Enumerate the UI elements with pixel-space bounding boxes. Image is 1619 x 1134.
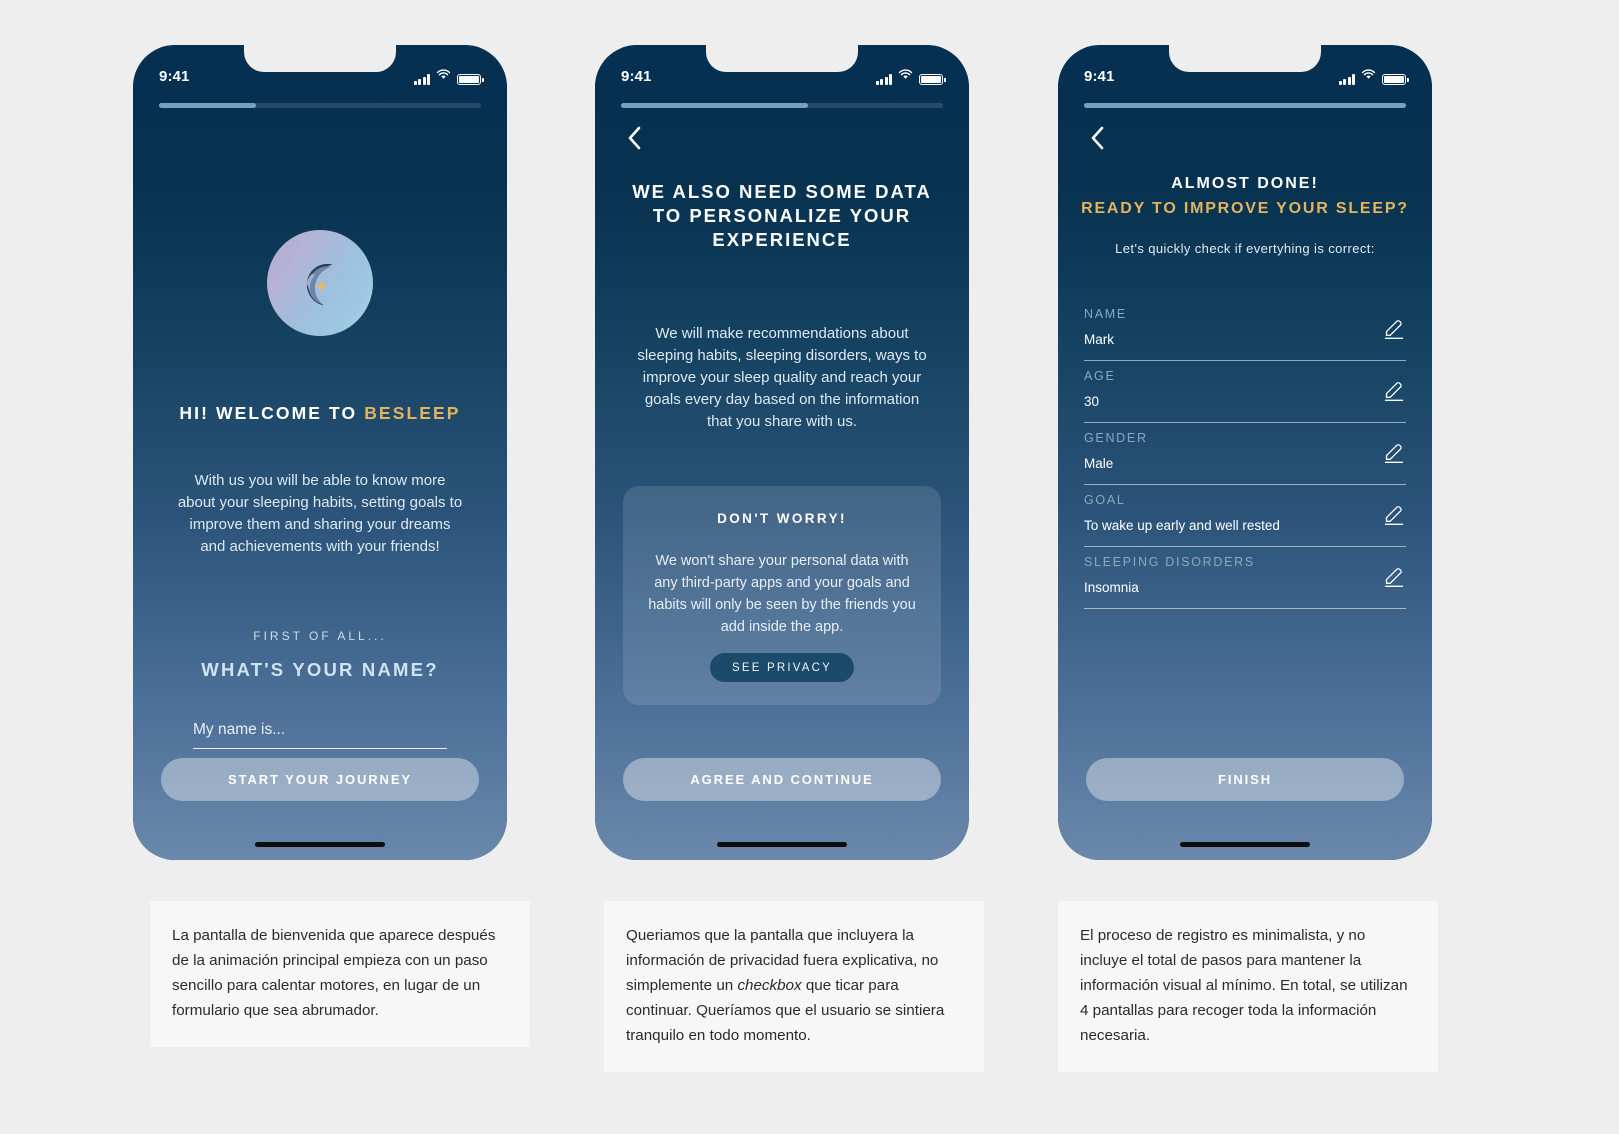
battery-icon bbox=[457, 74, 484, 85]
eyebrow-text: FIRST OF ALL... bbox=[253, 629, 387, 643]
field-row-age[interactable]: AGE 30 bbox=[1084, 361, 1406, 423]
field-label: AGE bbox=[1084, 369, 1116, 383]
pencil-icon[interactable] bbox=[1382, 502, 1406, 526]
moon-star-logo-icon bbox=[267, 230, 373, 336]
onboarding-progress-bar bbox=[1084, 103, 1406, 108]
field-label: GOAL bbox=[1084, 493, 1126, 507]
field-value: 30 bbox=[1084, 394, 1100, 409]
onboarding-progress-bar bbox=[621, 103, 943, 108]
welcome-body-text: With us you will be able to know more ab… bbox=[177, 472, 463, 555]
brand-name: BESLEEP bbox=[364, 403, 461, 423]
dont-worry-title: DON'T WORRY! bbox=[717, 511, 847, 526]
phone-mockup-welcome: 9:41 HI! WELCOME TO BESLEEP With us you … bbox=[133, 45, 507, 860]
pencil-icon[interactable] bbox=[1382, 378, 1406, 402]
status-clock: 9:41 bbox=[1084, 67, 1115, 85]
status-clock: 9:41 bbox=[621, 67, 652, 85]
dont-worry-card: DON'T WORRY! We won't share your persona… bbox=[623, 486, 941, 705]
screen-content-summary: ALMOST DONE! READY TO IMPROVE YOUR SLEEP… bbox=[1058, 45, 1432, 860]
screen-content-welcome: HI! WELCOME TO BESLEEP With us you will … bbox=[133, 45, 507, 860]
cellular-signal-icon bbox=[875, 74, 892, 85]
name-question-heading: WHAT'S YOUR NAME? bbox=[201, 659, 439, 680]
phone-mockup-privacy: 9:41 WE ALSO NEED SOME DATA TO PERSONALI… bbox=[595, 45, 969, 860]
status-icons bbox=[875, 67, 946, 85]
pencil-icon[interactable] bbox=[1382, 564, 1406, 588]
summary-field-list: NAME Mark AGE 30 GENDER Male GOAL To wak… bbox=[1084, 299, 1406, 609]
wifi-icon bbox=[436, 67, 451, 85]
screen-content-privacy: WE ALSO NEED SOME DATA TO PERSONALIZE YO… bbox=[595, 45, 969, 860]
status-icons bbox=[1338, 67, 1409, 85]
caption-text: La pantalla de bienvenida que aparece de… bbox=[172, 927, 496, 1019]
field-row-name[interactable]: NAME Mark bbox=[1084, 299, 1406, 361]
chevron-left-icon bbox=[1091, 126, 1103, 150]
screen-welcome: 9:41 HI! WELCOME TO BESLEEP With us you … bbox=[133, 45, 507, 860]
privacy-body-text: We will make recommendations about sleep… bbox=[637, 325, 927, 430]
field-value: To wake up early and well rested bbox=[1084, 518, 1280, 533]
home-indicator bbox=[255, 842, 385, 847]
app-logo bbox=[267, 230, 373, 336]
home-indicator bbox=[717, 842, 847, 847]
caption-card-summary: El proceso de registro es minimalista, y… bbox=[1058, 901, 1438, 1072]
back-button[interactable] bbox=[1080, 121, 1114, 155]
field-label: GENDER bbox=[1084, 431, 1148, 445]
home-indicator bbox=[1180, 842, 1310, 847]
welcome-title-prefix: HI! WELCOME TO bbox=[179, 403, 365, 423]
cellular-signal-icon bbox=[1338, 74, 1355, 85]
privacy-title: WE ALSO NEED SOME DATA TO PERSONALIZE YO… bbox=[632, 181, 932, 250]
see-privacy-button[interactable]: SEE PRIVACY bbox=[710, 653, 854, 682]
cellular-signal-icon bbox=[413, 74, 430, 85]
summary-heading-primary: ALMOST DONE! bbox=[1171, 175, 1319, 192]
caption-card-privacy: Queriamos que la pantalla que incluyera … bbox=[604, 901, 984, 1072]
field-label: SLEEPING DISORDERS bbox=[1084, 555, 1255, 569]
progress-fill bbox=[1084, 103, 1406, 108]
screen-privacy: 9:41 WE ALSO NEED SOME DATA TO PERSONALI… bbox=[595, 45, 969, 860]
pencil-icon[interactable] bbox=[1382, 316, 1406, 340]
back-button[interactable] bbox=[617, 121, 651, 155]
wifi-icon bbox=[1361, 67, 1376, 85]
device-notch bbox=[1169, 45, 1321, 72]
field-value: Male bbox=[1084, 456, 1114, 471]
pencil-icon[interactable] bbox=[1382, 440, 1406, 464]
onboarding-progress-bar bbox=[159, 103, 481, 108]
caption-card-welcome: La pantalla de bienvenida que aparece de… bbox=[150, 901, 530, 1047]
phone-mockup-summary: 9:41 ALMOST DONE! READY TO IMPROVE YOUR … bbox=[1058, 45, 1432, 860]
battery-icon bbox=[919, 74, 946, 85]
screenshot-root: 9:41 HI! WELCOME TO BESLEEP With us you … bbox=[0, 0, 1619, 1134]
field-row-goal[interactable]: GOAL To wake up early and well rested bbox=[1084, 485, 1406, 547]
progress-fill bbox=[159, 103, 256, 108]
status-clock: 9:41 bbox=[159, 67, 190, 85]
chevron-left-icon bbox=[628, 126, 640, 150]
field-value: Insomnia bbox=[1084, 580, 1139, 595]
field-label: NAME bbox=[1084, 307, 1127, 321]
name-input-placeholder: My name is... bbox=[193, 721, 286, 738]
start-journey-button[interactable]: START YOUR JOURNEY bbox=[161, 758, 479, 801]
summary-heading-secondary: READY TO IMPROVE YOUR SLEEP? bbox=[1081, 200, 1409, 217]
agree-and-continue-button[interactable]: AGREE AND CONTINUE bbox=[623, 758, 941, 801]
finish-button[interactable]: FINISH bbox=[1086, 758, 1404, 801]
caption-text: El proceso de registro es minimalista, y… bbox=[1080, 927, 1408, 1044]
device-notch bbox=[706, 45, 858, 72]
name-input[interactable]: My name is... bbox=[193, 721, 447, 749]
battery-icon bbox=[1382, 74, 1409, 85]
device-notch bbox=[244, 45, 396, 72]
field-value: Mark bbox=[1084, 332, 1114, 347]
field-row-sleeping-disorders[interactable]: SLEEPING DISORDERS Insomnia bbox=[1084, 547, 1406, 609]
summary-subheading: Let's quickly check if evertyhing is cor… bbox=[1115, 241, 1375, 256]
field-row-gender[interactable]: GENDER Male bbox=[1084, 423, 1406, 485]
status-icons bbox=[413, 67, 484, 85]
caption-text-italic: checkbox bbox=[737, 977, 802, 994]
welcome-title: HI! WELCOME TO BESLEEP bbox=[133, 403, 507, 424]
progress-fill bbox=[621, 103, 808, 108]
screen-summary: 9:41 ALMOST DONE! READY TO IMPROVE YOUR … bbox=[1058, 45, 1432, 860]
dont-worry-body: We won't share your personal data with a… bbox=[648, 553, 916, 635]
wifi-icon bbox=[898, 67, 913, 85]
